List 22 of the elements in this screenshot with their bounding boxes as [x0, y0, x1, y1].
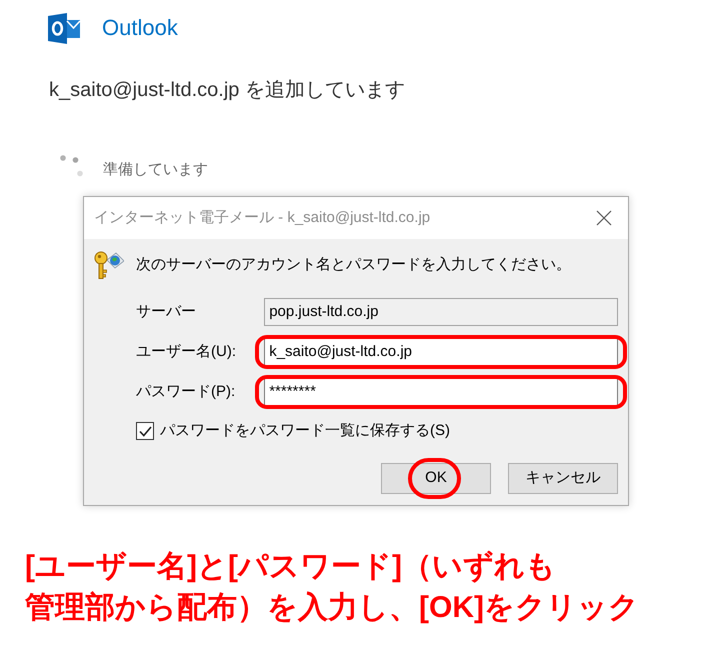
close-button[interactable] — [595, 209, 613, 227]
status-heading: k_saito@just-ltd.co.jp を追加しています — [49, 78, 405, 103]
input-field: pop.just-ltd.co.jp — [264, 298, 618, 326]
close-icon — [596, 210, 612, 226]
field-label: ユーザー名(U): — [136, 342, 237, 362]
progress-text: 準備しています — [103, 160, 208, 180]
instruction-caption: [ユーザー名]と[パスワード]（いずれも 管理部から配布）を入力し、[OK]をクリック — [25, 549, 639, 626]
check-icon — [138, 426, 152, 436]
ok-button[interactable]: OK — [381, 463, 491, 494]
field-label: サーバー — [136, 302, 197, 322]
outlook-logo-icon — [48, 12, 80, 44]
key-icon — [94, 250, 124, 280]
checkbox-label: パスワードをパスワード一覧に保存する(S) — [160, 421, 450, 441]
input-field[interactable]: ******** — [264, 378, 618, 406]
checkbox[interactable] — [136, 422, 154, 440]
loading-dots-icon — [60, 155, 83, 177]
input-field[interactable]: k_saito@just-ltd.co.jp — [264, 338, 618, 366]
instruction-text: 次のサーバーのアカウント名とパスワードを入力してください。 — [136, 255, 571, 275]
app-name: Outlook — [102, 14, 178, 42]
dialog-title: インターネット電子メール - k_saito@just-ltd.co.jp — [94, 208, 430, 228]
cancel-button[interactable]: キャンセル — [508, 463, 618, 494]
field-label: パスワード(P): — [136, 382, 236, 402]
